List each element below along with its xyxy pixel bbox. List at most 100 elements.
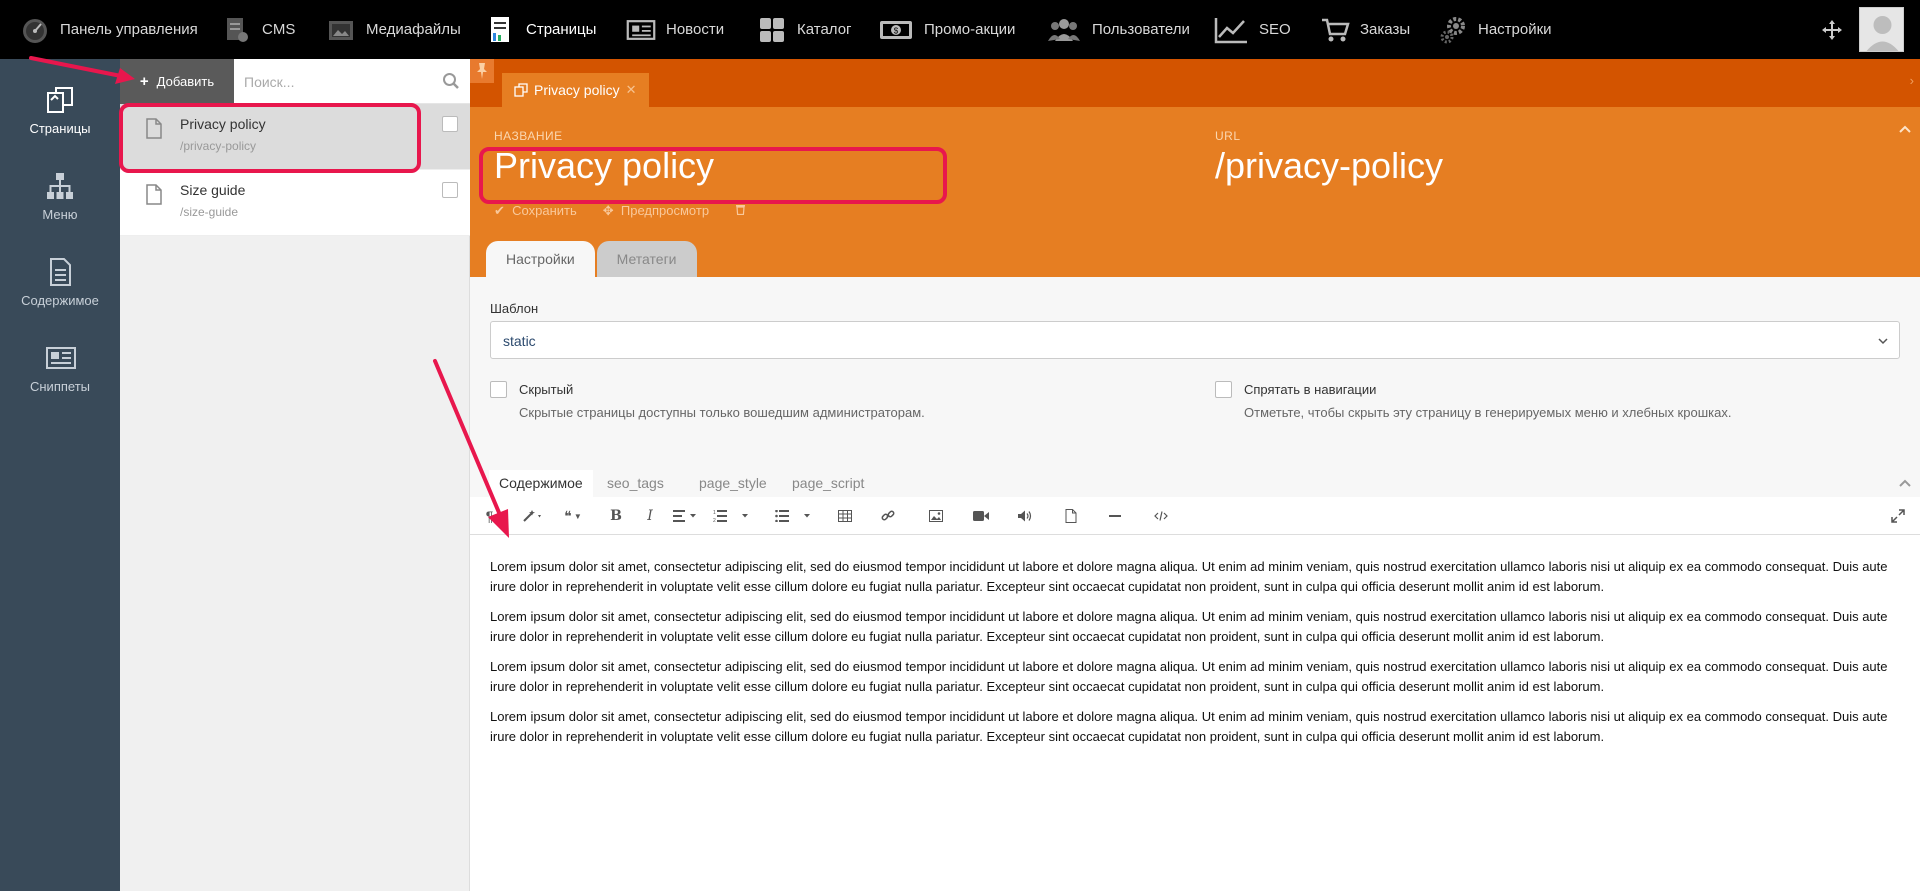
save-button[interactable]: ✔ Сохранить	[494, 203, 577, 219]
page-title: Size guide	[180, 182, 246, 198]
search-icon[interactable]	[442, 72, 460, 90]
video-icon[interactable]	[966, 505, 996, 527]
table-icon[interactable]	[830, 505, 860, 527]
pages-icon	[45, 85, 75, 115]
promo-icon: $	[878, 15, 914, 45]
tab-seo-tags[interactable]: seo_tags	[597, 473, 674, 493]
template-select[interactable]: static	[490, 321, 1900, 359]
top-navigation: Панель управления CMS Медиафайлы Страниц…	[0, 0, 1920, 59]
page-header: НАЗВАНИЕ Privacy policy URL /privacy-pol…	[470, 107, 1920, 277]
chevron-down-icon	[1877, 334, 1889, 346]
settings-icon	[1438, 15, 1468, 45]
pages-list-panel: + Добавить Privacy policy /privacy-polic…	[120, 59, 470, 891]
tab-metatags[interactable]: Метатеги	[596, 241, 697, 277]
horizontal-rule-icon[interactable]	[1100, 505, 1130, 527]
hide-in-nav-help: Отметьте, чтобы скрыть эту страницу в ге…	[1244, 405, 1732, 420]
svg-text:2: 2	[713, 518, 716, 522]
sidebar-item-pages[interactable]: Страницы	[0, 85, 120, 155]
page-url-field[interactable]: /privacy-policy	[1215, 145, 1443, 187]
add-page-button[interactable]: + Добавить	[120, 59, 234, 104]
name-label: НАЗВАНИЕ	[494, 129, 563, 143]
url-label: URL	[1215, 129, 1241, 143]
nav-seo[interactable]: SEO	[1213, 0, 1291, 59]
nav-promo[interactable]: $ Промо-акции	[878, 0, 1015, 59]
page-editor: Privacy policy ✕ › НАЗВАНИЕ Privacy poli…	[470, 59, 1920, 891]
nav-dashboard[interactable]: Панель управления	[20, 0, 198, 59]
move-icon[interactable]	[1820, 18, 1844, 42]
content-paragraph: Lorem ipsum dolor sit amet, consectetur …	[490, 609, 1888, 644]
page-name-field[interactable]: Privacy policy	[494, 145, 714, 187]
close-icon[interactable]: ✕	[626, 82, 637, 98]
list-item[interactable]: Size guide /size-guide	[120, 170, 470, 236]
align-icon[interactable]	[670, 505, 702, 527]
list-item[interactable]: Privacy policy /privacy-policy	[120, 104, 470, 170]
nav-pages[interactable]: Страницы	[486, 0, 596, 59]
preview-button[interactable]: ✥ Предпросмотр	[603, 203, 709, 219]
nav-users[interactable]: Пользователи	[1046, 0, 1190, 59]
quote-icon[interactable]: ❝ ▼	[558, 505, 588, 527]
page-select-checkbox[interactable]	[442, 182, 458, 198]
search-box	[234, 59, 470, 104]
hidden-label: Скрытый	[519, 382, 574, 397]
editor-toolbar: ¶ ▼ ❝ ▼ B I 12	[470, 497, 1920, 535]
hidden-checkbox[interactable]	[490, 381, 507, 398]
hidden-help: Скрытые страницы доступны только вошедши…	[519, 405, 925, 420]
tab-privacy-policy[interactable]: Privacy policy ✕	[502, 73, 649, 107]
nav-news[interactable]: Новости	[626, 0, 724, 59]
chevron-right-icon[interactable]: ›	[1910, 73, 1914, 88]
content-paragraph: Lorem ipsum dolor sit amet, consectetur …	[490, 709, 1888, 744]
sidebar-item-content[interactable]: Содержимое	[0, 257, 120, 327]
nav-media[interactable]: Медиафайлы	[326, 0, 461, 59]
italic-icon[interactable]: I	[635, 505, 665, 527]
tab-page-style[interactable]: page_style	[689, 473, 777, 493]
settings-tabs: Настройки Метатеги	[486, 241, 697, 277]
header-actions: ✔ Сохранить ✥ Предпросмотр	[494, 203, 746, 219]
pin-icon[interactable]	[470, 59, 494, 83]
trash-icon	[736, 205, 746, 216]
chevron-up-icon[interactable]	[1898, 121, 1912, 133]
magic-wand-icon[interactable]	[518, 505, 548, 527]
catalog-icon	[757, 15, 787, 45]
left-sidebar: Страницы Меню Содержимое Сниппеты	[0, 59, 120, 891]
paragraph-icon[interactable]: ¶ ▼	[480, 505, 508, 527]
tab-page-script[interactable]: page_script	[782, 473, 874, 493]
content-editor[interactable]: Lorem ipsum dolor sit amet, consectetur …	[470, 535, 1920, 891]
hide-in-nav-checkbox[interactable]	[1215, 381, 1232, 398]
chevron-up-icon[interactable]	[1898, 475, 1912, 491]
link-icon[interactable]	[873, 505, 903, 527]
move-icon: ✥	[602, 203, 614, 218]
svg-text:1: 1	[713, 510, 716, 516]
nav-settings[interactable]: Настройки	[1438, 0, 1552, 59]
search-input[interactable]	[244, 71, 434, 93]
bold-icon[interactable]: B	[601, 505, 631, 527]
open-tabs-bar: Privacy policy ✕ ›	[470, 59, 1920, 107]
unordered-list-icon[interactable]	[772, 505, 816, 527]
expand-icon[interactable]	[1883, 505, 1913, 527]
image-icon[interactable]	[921, 505, 951, 527]
ordered-list-icon[interactable]: 12	[710, 505, 754, 527]
audio-icon[interactable]	[1010, 505, 1040, 527]
nav-orders[interactable]: Заказы	[1320, 0, 1410, 59]
delete-button[interactable]	[735, 203, 746, 219]
user-avatar[interactable]	[1859, 7, 1904, 52]
tab-settings[interactable]: Настройки	[486, 241, 595, 277]
tab-content[interactable]: Содержимое	[489, 470, 593, 497]
nav-catalog[interactable]: Каталог	[757, 0, 852, 59]
settings-panel: Шаблон static Скрытый Скрытые страницы д…	[470, 277, 1920, 467]
content-paragraph: Lorem ipsum dolor sit amet, consectetur …	[490, 559, 1888, 594]
sitemap-icon	[45, 171, 75, 201]
content-paragraph: Lorem ipsum dolor sit amet, consectetur …	[490, 659, 1888, 694]
template-label: Шаблон	[490, 301, 539, 316]
file-icon[interactable]	[1056, 505, 1086, 527]
snippets-icon	[45, 343, 76, 373]
content-tabs: Содержимое seo_tags page_style page_scri…	[470, 467, 1920, 497]
code-icon[interactable]	[1146, 505, 1176, 527]
sidebar-item-menu[interactable]: Меню	[0, 171, 120, 241]
page-slug: /privacy-policy	[180, 139, 257, 153]
nav-cms[interactable]: CMS	[222, 0, 295, 59]
document-icon	[146, 184, 162, 205]
sidebar-item-snippets[interactable]: Сниппеты	[0, 343, 120, 413]
users-icon	[1046, 15, 1082, 45]
page-select-checkbox[interactable]	[442, 116, 458, 132]
dashboard-icon	[20, 15, 50, 45]
